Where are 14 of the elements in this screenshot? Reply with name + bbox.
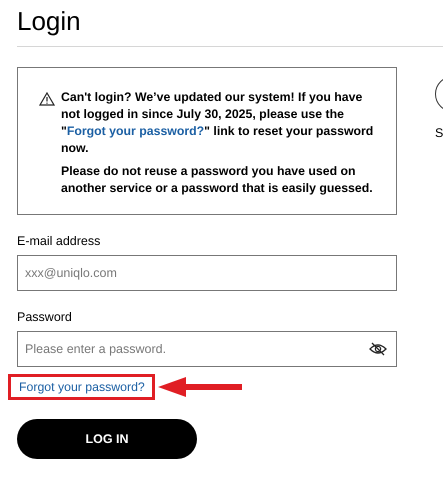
forgot-password-link[interactable]: Forgot your password? bbox=[8, 374, 155, 400]
warning-text: Please do not reuse a password you have used on another service or a password that is easily guessed. bbox=[61, 163, 374, 197]
side-label: S bbox=[435, 126, 443, 140]
page-title: Login bbox=[17, 0, 443, 47]
email-label: E-mail address bbox=[17, 234, 100, 248]
hidden-eye-icon[interactable] bbox=[369, 342, 387, 356]
password-label: Password bbox=[17, 310, 72, 324]
login-button[interactable]: LOG IN bbox=[17, 419, 197, 459]
arrow-icon bbox=[158, 377, 242, 397]
notice-text: Can't login? We’ve updated our system! If you have not logged in since July 30, 2025, please use the "Forgot your password?" link to reset your password now. bbox=[61, 89, 374, 157]
password-field[interactable]: Please enter a password. bbox=[17, 331, 397, 367]
forgot-password-link[interactable]: Forgot your password? bbox=[66, 124, 204, 138]
email-field[interactable]: xxx@uniqlo.com bbox=[17, 255, 397, 291]
warning-icon bbox=[39, 92, 55, 106]
